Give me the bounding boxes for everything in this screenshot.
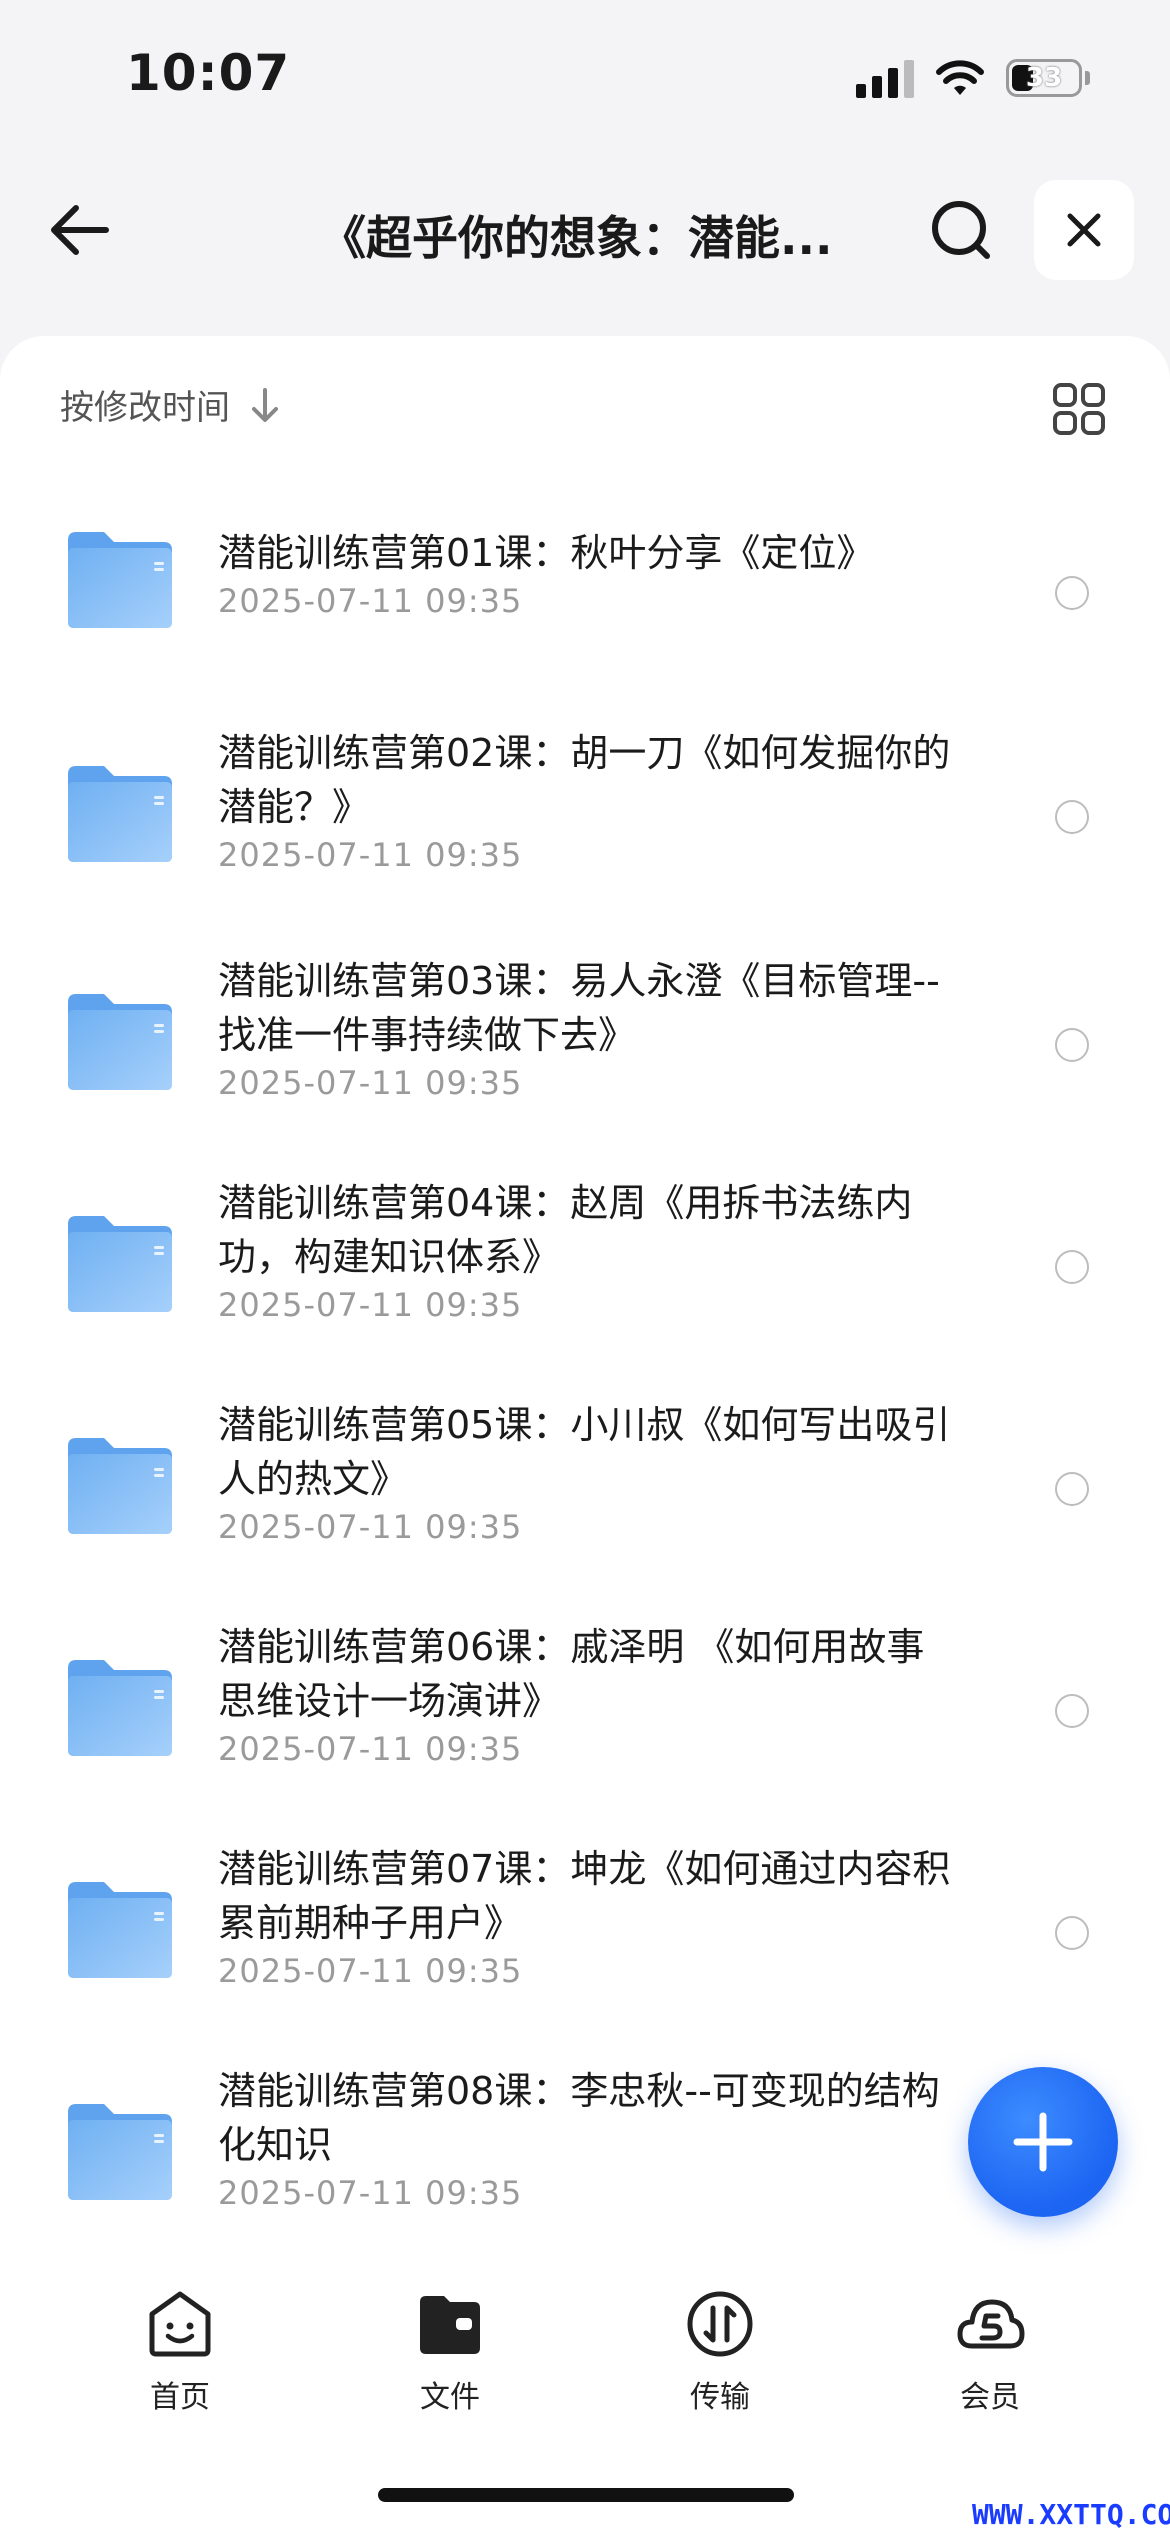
folder-wallet-icon <box>420 2296 480 2354</box>
file-row[interactable]: 潜能训练营第04课：赵周《用拆书法练内功，构建知识体系》 2025-07-11 … <box>0 1154 1170 1376</box>
close-button[interactable] <box>1034 180 1134 280</box>
tab-transfer[interactable]: 传输 <box>630 2288 810 2416</box>
sort-selector[interactable]: 按修改时间 <box>60 380 280 429</box>
home-face-icon <box>149 2291 211 2357</box>
file-date: 2025-07-11 09:35 <box>218 836 523 874</box>
file-date: 2025-07-11 09:35 <box>218 2174 523 2212</box>
back-button[interactable] <box>44 194 116 266</box>
file-date: 2025-07-11 09:35 <box>218 1952 523 1990</box>
cellular-signal-icon <box>856 58 914 98</box>
search-icon <box>932 201 990 259</box>
file-list: 潜能训练营第01课：秋叶分享《定位》 2025-07-11 09:35 潜能训练… <box>0 504 1170 2264</box>
file-date: 2025-07-11 09:35 <box>218 582 523 620</box>
tab-vip[interactable]: 会员 <box>900 2288 1080 2416</box>
status-time: 10:07 <box>126 44 291 102</box>
battery-level: 33 <box>1025 63 1063 93</box>
arrow-left-icon <box>51 205 109 255</box>
folder-icon <box>68 2104 172 2200</box>
select-radio[interactable] <box>1055 1694 1089 1728</box>
tab-label: 传输 <box>690 2380 750 2415</box>
folder-icon <box>68 994 172 1090</box>
search-button[interactable] <box>925 194 997 266</box>
select-radio[interactable] <box>1055 1028 1089 1062</box>
home-indicator <box>378 2488 794 2502</box>
folder-icon <box>68 1438 172 1534</box>
file-name: 潜能训练营第07课：坤龙《如何通过内容积累前期种子用户》 <box>218 1847 951 1945</box>
file-name: 潜能训练营第08课：李忠秋--可变现的结构化知识 <box>218 2069 940 2167</box>
select-radio[interactable] <box>1055 800 1089 834</box>
grid-view-icon[interactable] <box>1052 382 1106 436</box>
wifi-icon <box>936 60 984 95</box>
tab-label: 会员 <box>960 2380 1020 2415</box>
file-name: 潜能训练营第01课：秋叶分享《定位》 <box>218 531 875 575</box>
file-name: 潜能训练营第05课：小川叔《如何写出吸引人的热文》 <box>218 1403 951 1501</box>
battery-icon: 33 <box>1006 59 1082 97</box>
status-icons: 33 <box>856 56 1090 100</box>
tab-label: 首页 <box>150 2380 210 2415</box>
select-radio[interactable] <box>1055 1916 1089 1950</box>
file-row[interactable]: 潜能训练营第05课：小川叔《如何写出吸引人的热文》 2025-07-11 09:… <box>0 1376 1170 1598</box>
folder-icon <box>68 1660 172 1756</box>
file-name: 潜能训练营第03课：易人永澄《目标管理--找准一件事持续做下去》 <box>218 959 940 1057</box>
transfer-icon <box>687 2291 753 2357</box>
file-date: 2025-07-11 09:35 <box>218 1286 523 1324</box>
select-radio[interactable] <box>1055 1472 1089 1506</box>
folder-icon <box>68 532 172 628</box>
nav-bar: 《超乎你的想象：潜能... <box>0 170 1170 290</box>
file-row[interactable]: 潜能训练营第07课：坤龙《如何通过内容积累前期种子用户》 2025-07-11 … <box>0 1820 1170 2042</box>
file-list-panel: 按修改时间 潜能训练营第01课：秋叶分享《定位》 2025-07-11 09:3… <box>0 336 1170 2266</box>
select-radio[interactable] <box>1055 576 1089 610</box>
file-name: 潜能训练营第04课：赵周《用拆书法练内功，构建知识体系》 <box>218 1181 913 1279</box>
file-name: 潜能训练营第02课：胡一刀《如何发掘你的潜能？》 <box>218 731 951 829</box>
file-row[interactable]: 潜能训练营第02课：胡一刀《如何发掘你的潜能？》 2025-07-11 09:3… <box>0 704 1170 932</box>
folder-icon <box>68 1882 172 1978</box>
select-radio[interactable] <box>1055 1250 1089 1284</box>
tab-home[interactable]: 首页 <box>90 2288 270 2416</box>
sort-label: 按修改时间 <box>60 388 230 428</box>
folder-icon <box>68 1216 172 1312</box>
status-bar: 10:07 33 <box>0 0 1170 150</box>
add-button[interactable] <box>968 2067 1118 2217</box>
arrow-down-icon <box>252 387 278 422</box>
file-name: 潜能训练营第06课：戚泽明 《如何用故事思维设计一场演讲》 <box>218 1625 925 1723</box>
tab-label: 文件 <box>420 2380 480 2415</box>
file-date: 2025-07-11 09:35 <box>218 1064 523 1102</box>
plus-icon <box>1013 2112 1073 2172</box>
file-date: 2025-07-11 09:35 <box>218 1730 523 1768</box>
folder-icon <box>68 766 172 862</box>
cloud-vip-icon <box>957 2299 1025 2349</box>
page-title: 《超乎你的想象：潜能... <box>320 211 833 265</box>
close-icon <box>1067 213 1101 247</box>
file-date: 2025-07-11 09:35 <box>218 1508 523 1546</box>
file-row[interactable]: 潜能训练营第03课：易人永澄《目标管理--找准一件事持续做下去》 2025-07… <box>0 932 1170 1154</box>
watermark: WWW.XXTTQ.COM <box>972 2498 1170 2531</box>
file-row[interactable]: 潜能训练营第01课：秋叶分享《定位》 2025-07-11 09:35 <box>0 504 1170 704</box>
tab-files[interactable]: 文件 <box>360 2288 540 2416</box>
file-row[interactable]: 潜能训练营第06课：戚泽明 《如何用故事思维设计一场演讲》 2025-07-11… <box>0 1598 1170 1820</box>
